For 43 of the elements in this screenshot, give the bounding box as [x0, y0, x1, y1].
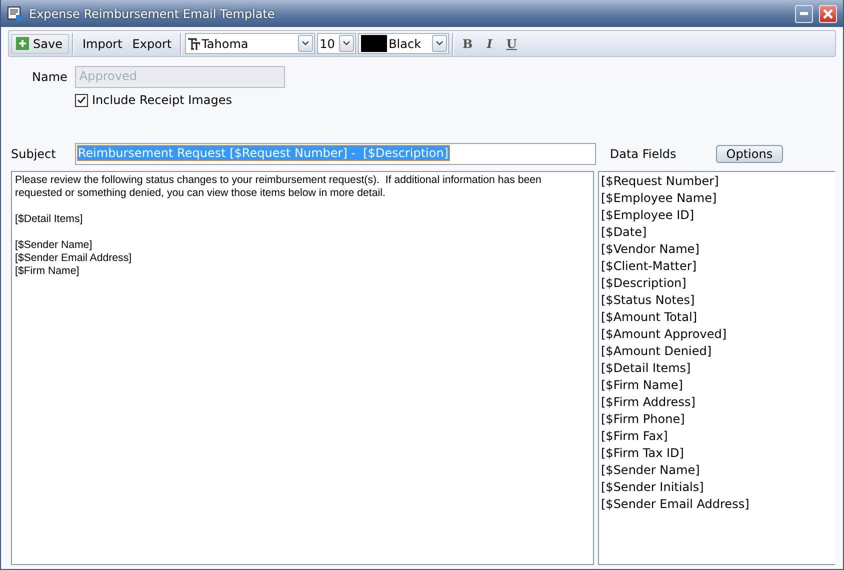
data-field-item[interactable]: [$Vendor Name] [601, 241, 833, 258]
data-field-item[interactable]: [$Firm Phone] [601, 411, 833, 428]
data-field-item[interactable]: [$Firm Name] [601, 377, 833, 394]
data-field-item[interactable]: [$Firm Address] [601, 394, 833, 411]
data-field-item[interactable]: [$Description] [601, 275, 833, 292]
data-field-item[interactable]: [$Status Notes] [601, 292, 833, 309]
color-name: Black [388, 36, 422, 50]
data-field-item[interactable]: [$Request Number] [601, 173, 833, 190]
data-field-item[interactable]: [$Employee ID] [601, 207, 833, 224]
data-field-item[interactable]: [$Amount Denied] [601, 343, 833, 360]
data-field-item[interactable]: [$Firm Tax ID] [601, 445, 833, 462]
data-field-item[interactable]: [$Amount Approved] [601, 326, 833, 343]
bold-button[interactable]: B [456, 36, 479, 50]
data-field-item[interactable]: [$Sender Email Address] [601, 496, 833, 513]
data-field-item[interactable]: [$Employee Name] [601, 190, 833, 207]
color-dropdown[interactable]: Black [358, 33, 449, 54]
body-text: [$Sender Name] [15, 239, 94, 252]
data-field-item[interactable]: [$Sender Name] [601, 462, 833, 479]
data-field-item[interactable]: [$Client-Matter] [601, 258, 833, 275]
data-field-item[interactable]: [$Date] [601, 224, 833, 241]
options-button[interactable]: Options [716, 145, 783, 163]
data-fields-label: Data Fields [610, 147, 676, 161]
data-field-item[interactable]: [$Detail Items] [601, 360, 833, 377]
italic-button[interactable]: I [478, 36, 501, 50]
font-dropdown[interactable]: Tahoma [184, 33, 315, 54]
body-text: Please review the following status changes to your reimbursement request(s). If additional information has been requested or something denied, you can view those items below in more detail. [15, 174, 542, 200]
data-field-item[interactable]: [$Amount Total] [601, 309, 833, 326]
body-text: [$Firm Name] [15, 265, 80, 278]
subject-label: Subject [11, 147, 56, 161]
font-size: 10 [320, 36, 336, 50]
data-field-item[interactable]: [$Firm Fax] [601, 428, 833, 445]
save-button[interactable]: Save [11, 34, 70, 54]
name-label: Name [32, 70, 68, 84]
underline-button[interactable]: U [500, 36, 523, 50]
body-text: [$Sender Email Address] [15, 252, 133, 265]
checkbox-label: Include Receipt Images [92, 93, 232, 107]
body-text: [$Detail Items] [15, 213, 84, 226]
import-button[interactable]: Import [77, 34, 128, 52]
size-dropdown[interactable]: 10 [316, 33, 356, 54]
data-field-item[interactable]: [$Sender Initials] [601, 479, 833, 496]
export-button[interactable]: Export [127, 34, 177, 52]
window-title: Expense Reimbursement Email Template [29, 6, 276, 20]
font-name: Tahoma [202, 36, 250, 50]
